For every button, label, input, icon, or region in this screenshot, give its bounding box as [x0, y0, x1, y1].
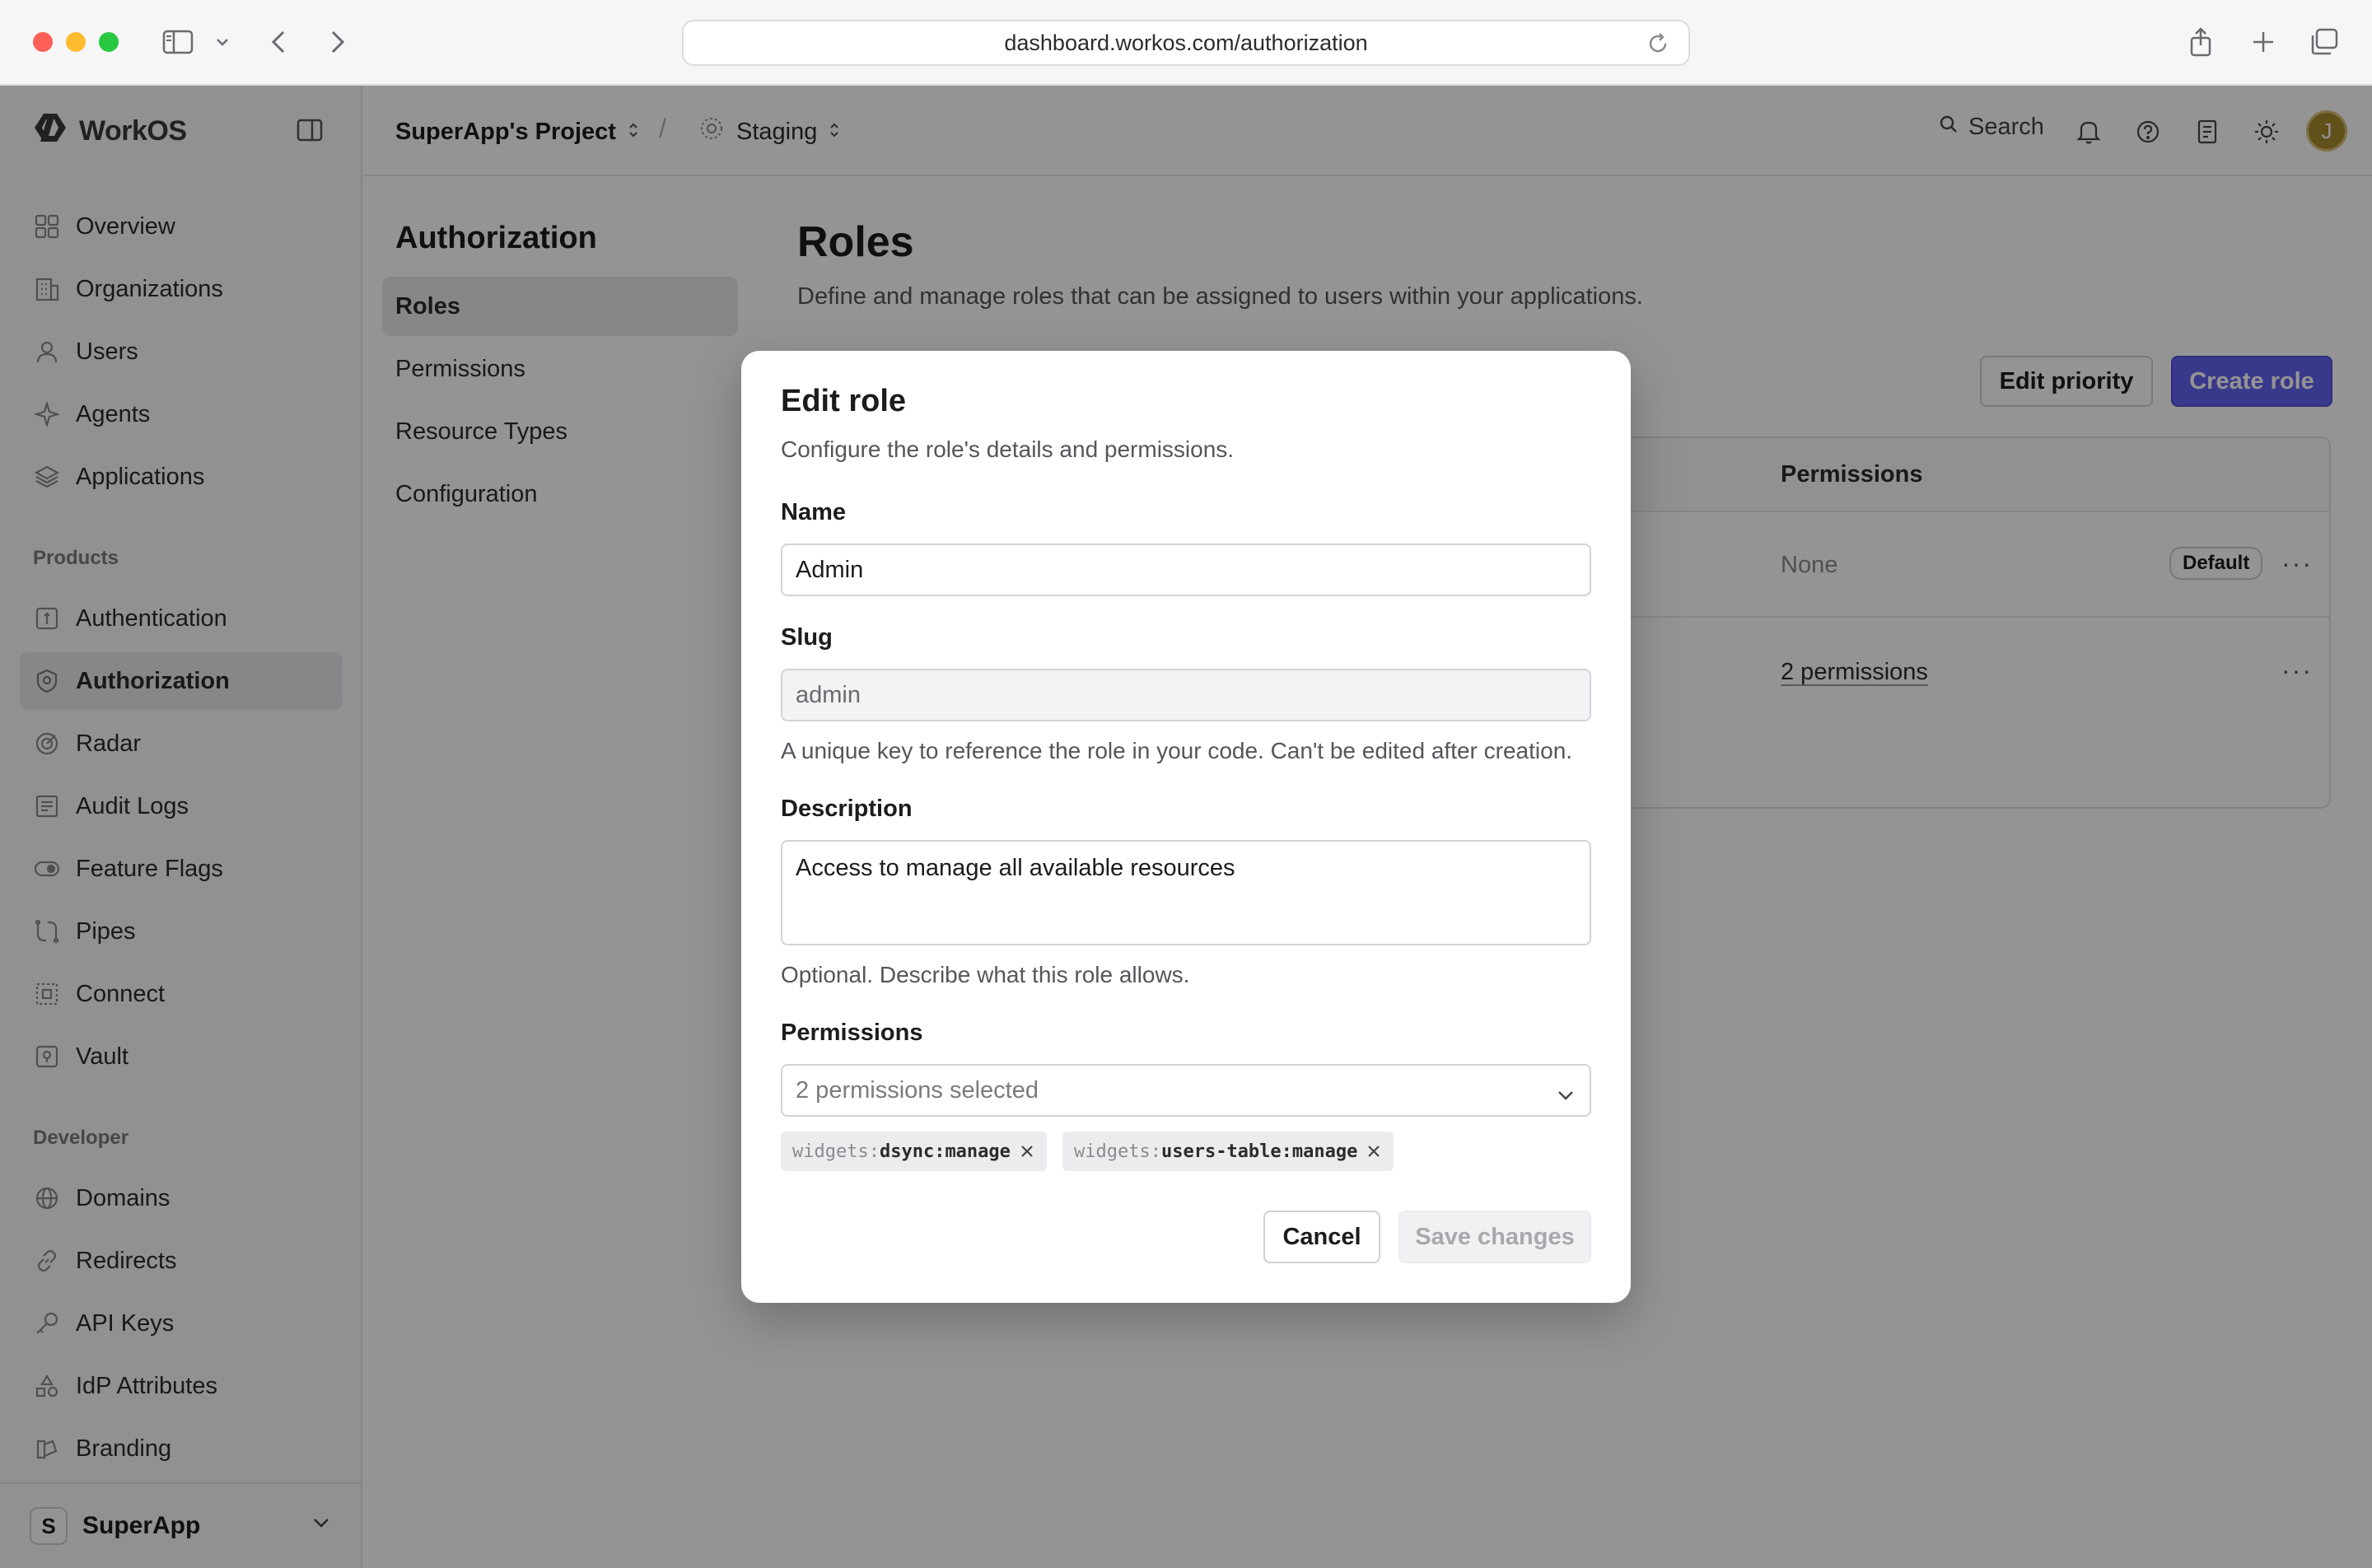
chip-permission: dsync:manage	[879, 1141, 1011, 1162]
url-text: dashboard.workos.com/authorization	[1004, 30, 1368, 55]
close-window-button[interactable]	[33, 32, 53, 52]
slug-value: admin	[796, 681, 861, 708]
name-input[interactable]: Admin	[781, 544, 1591, 596]
chevron-down-icon[interactable]	[212, 25, 232, 59]
permissions-label: Permissions	[781, 1020, 923, 1046]
edit-role-dialog: Edit role Configure the role's details a…	[741, 351, 1631, 1303]
share-icon[interactable]	[2186, 25, 2216, 59]
address-bar[interactable]: dashboard.workos.com/authorization	[682, 20, 1690, 66]
chip-permission: users-table:manage	[1160, 1141, 1358, 1162]
remove-chip-icon[interactable]	[1019, 1143, 1035, 1160]
forward-icon[interactable]	[323, 25, 353, 59]
description-help-text: Optional. Describe what this role allows…	[781, 962, 1190, 987]
permissions-select-value: 2 permissions selected	[796, 1076, 1039, 1104]
description-textarea[interactable]: Access to manage all available resources	[781, 840, 1591, 945]
chip-namespace: widgets:	[1074, 1141, 1161, 1162]
slug-input: admin	[781, 669, 1591, 721]
dialog-subtitle: Configure the role's details and permiss…	[781, 436, 1235, 462]
minimize-window-button[interactable]	[66, 32, 86, 52]
tab-overview-icon[interactable]	[2308, 25, 2341, 59]
dialog-title: Edit role	[781, 384, 907, 418]
remove-chip-icon[interactable]	[1366, 1143, 1382, 1160]
sidebar-toggle-icon[interactable]	[160, 25, 196, 59]
name-label: Name	[781, 499, 846, 525]
new-tab-icon[interactable]	[2248, 25, 2278, 59]
slug-help-text: A unique key to reference the role in yo…	[781, 738, 1573, 763]
description-value: Access to manage all available resources	[796, 855, 1235, 881]
chip-namespace: widgets:	[792, 1141, 880, 1162]
save-changes-button[interactable]: Save changes	[1398, 1211, 1591, 1263]
name-value: Admin	[796, 556, 864, 583]
zoom-window-button[interactable]	[99, 32, 119, 52]
back-icon[interactable]	[264, 25, 293, 59]
chevron-down-icon	[1557, 1080, 1575, 1108]
description-label: Description	[781, 796, 913, 822]
browser-chrome: dashboard.workos.com/authorization	[0, 0, 2372, 86]
slug-label: Slug	[781, 624, 833, 651]
permission-chip: widgets:dsync:manage	[781, 1132, 1047, 1171]
permissions-select[interactable]: 2 permissions selected	[781, 1064, 1591, 1117]
cancel-button[interactable]: Cancel	[1263, 1211, 1380, 1263]
reload-icon[interactable]	[1646, 31, 1670, 62]
permission-chip: widgets:users-table:manage	[1062, 1132, 1394, 1171]
